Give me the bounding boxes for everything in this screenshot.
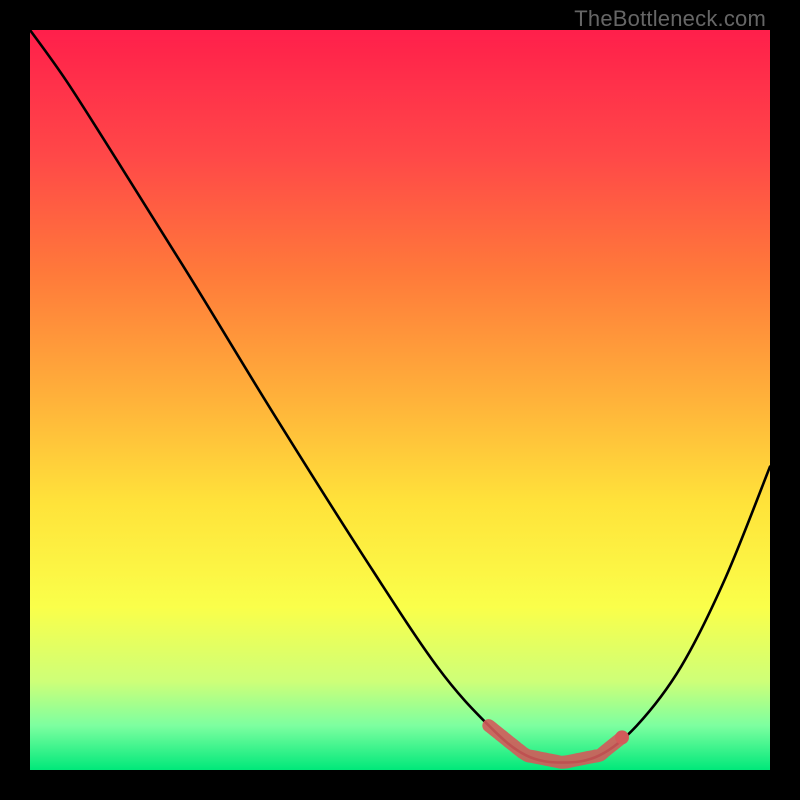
highlight-segment [489, 726, 622, 763]
bottleneck-curve [30, 30, 770, 763]
plot-area [30, 30, 770, 770]
highlight-end-dot [615, 730, 629, 744]
watermark-text: TheBottleneck.com [574, 6, 766, 32]
curve-layer [30, 30, 770, 770]
chart-frame: TheBottleneck.com [0, 0, 800, 800]
